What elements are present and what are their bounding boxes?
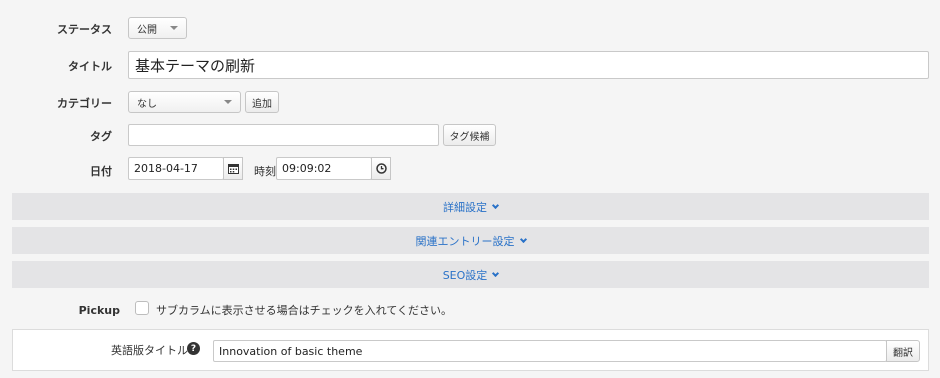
- title-input[interactable]: 基本テーマの刷新: [128, 51, 929, 79]
- tags-input[interactable]: [128, 124, 439, 146]
- status-label: ステータス: [57, 23, 112, 36]
- english-title-help-icon[interactable]: ?: [187, 342, 200, 355]
- category-label: カテゴリー: [57, 97, 112, 110]
- calendar-icon: [227, 164, 239, 174]
- pickup-label: Pickup: [78, 304, 120, 317]
- chevron-down-icon: [491, 201, 500, 209]
- seo-settings-toggle[interactable]: SEO設定: [12, 261, 929, 288]
- title-label: タイトル: [68, 60, 112, 73]
- title-value: 基本テーマの刷新: [135, 56, 256, 75]
- date-input[interactable]: 2018-04-17: [128, 157, 224, 180]
- chevron-down-icon: [224, 100, 232, 104]
- date-label: 日付: [90, 165, 112, 178]
- details-settings-label: 詳細設定: [443, 200, 487, 214]
- time-input[interactable]: 09:09:02: [276, 157, 372, 180]
- pickup-checkbox[interactable]: [135, 301, 149, 315]
- add-category-button[interactable]: 追加: [245, 91, 279, 113]
- chevron-down-icon: [170, 26, 178, 30]
- related-entries-toggle[interactable]: 関連エントリー設定: [12, 227, 929, 254]
- chevron-down-icon: [492, 269, 500, 277]
- tags-label: タグ: [90, 130, 112, 143]
- category-select[interactable]: なし: [128, 91, 241, 113]
- english-title-label: 英語版タイトル: [111, 344, 188, 357]
- time-label: 時刻: [254, 165, 276, 178]
- calendar-button[interactable]: [223, 157, 243, 180]
- english-title-value: Innovation of basic theme: [219, 344, 363, 358]
- status-value: 公開: [137, 24, 157, 36]
- translate-button[interactable]: 翻訳: [886, 340, 920, 362]
- pickup-help-text: サブカラムに表示させる場合はチェックを入れてください。: [156, 304, 453, 317]
- category-value: なし: [137, 98, 157, 110]
- details-settings-toggle[interactable]: 詳細設定: [12, 193, 929, 220]
- related-entries-label: 関連エントリー設定: [415, 234, 515, 248]
- date-value: 2018-04-17: [134, 162, 198, 175]
- chevron-down-icon: [519, 235, 527, 243]
- status-select[interactable]: 公開: [128, 17, 187, 39]
- tag-suggest-button[interactable]: タグ候補: [443, 124, 496, 146]
- clock-button[interactable]: [371, 157, 391, 180]
- time-value: 09:09:02: [282, 162, 332, 175]
- clock-icon: [375, 163, 387, 174]
- seo-settings-label: SEO設定: [442, 268, 488, 282]
- english-title-input[interactable]: Innovation of basic theme: [213, 340, 887, 362]
- english-title-panel: 英語版タイトル ? Innovation of basic theme 翻訳: [12, 329, 929, 371]
